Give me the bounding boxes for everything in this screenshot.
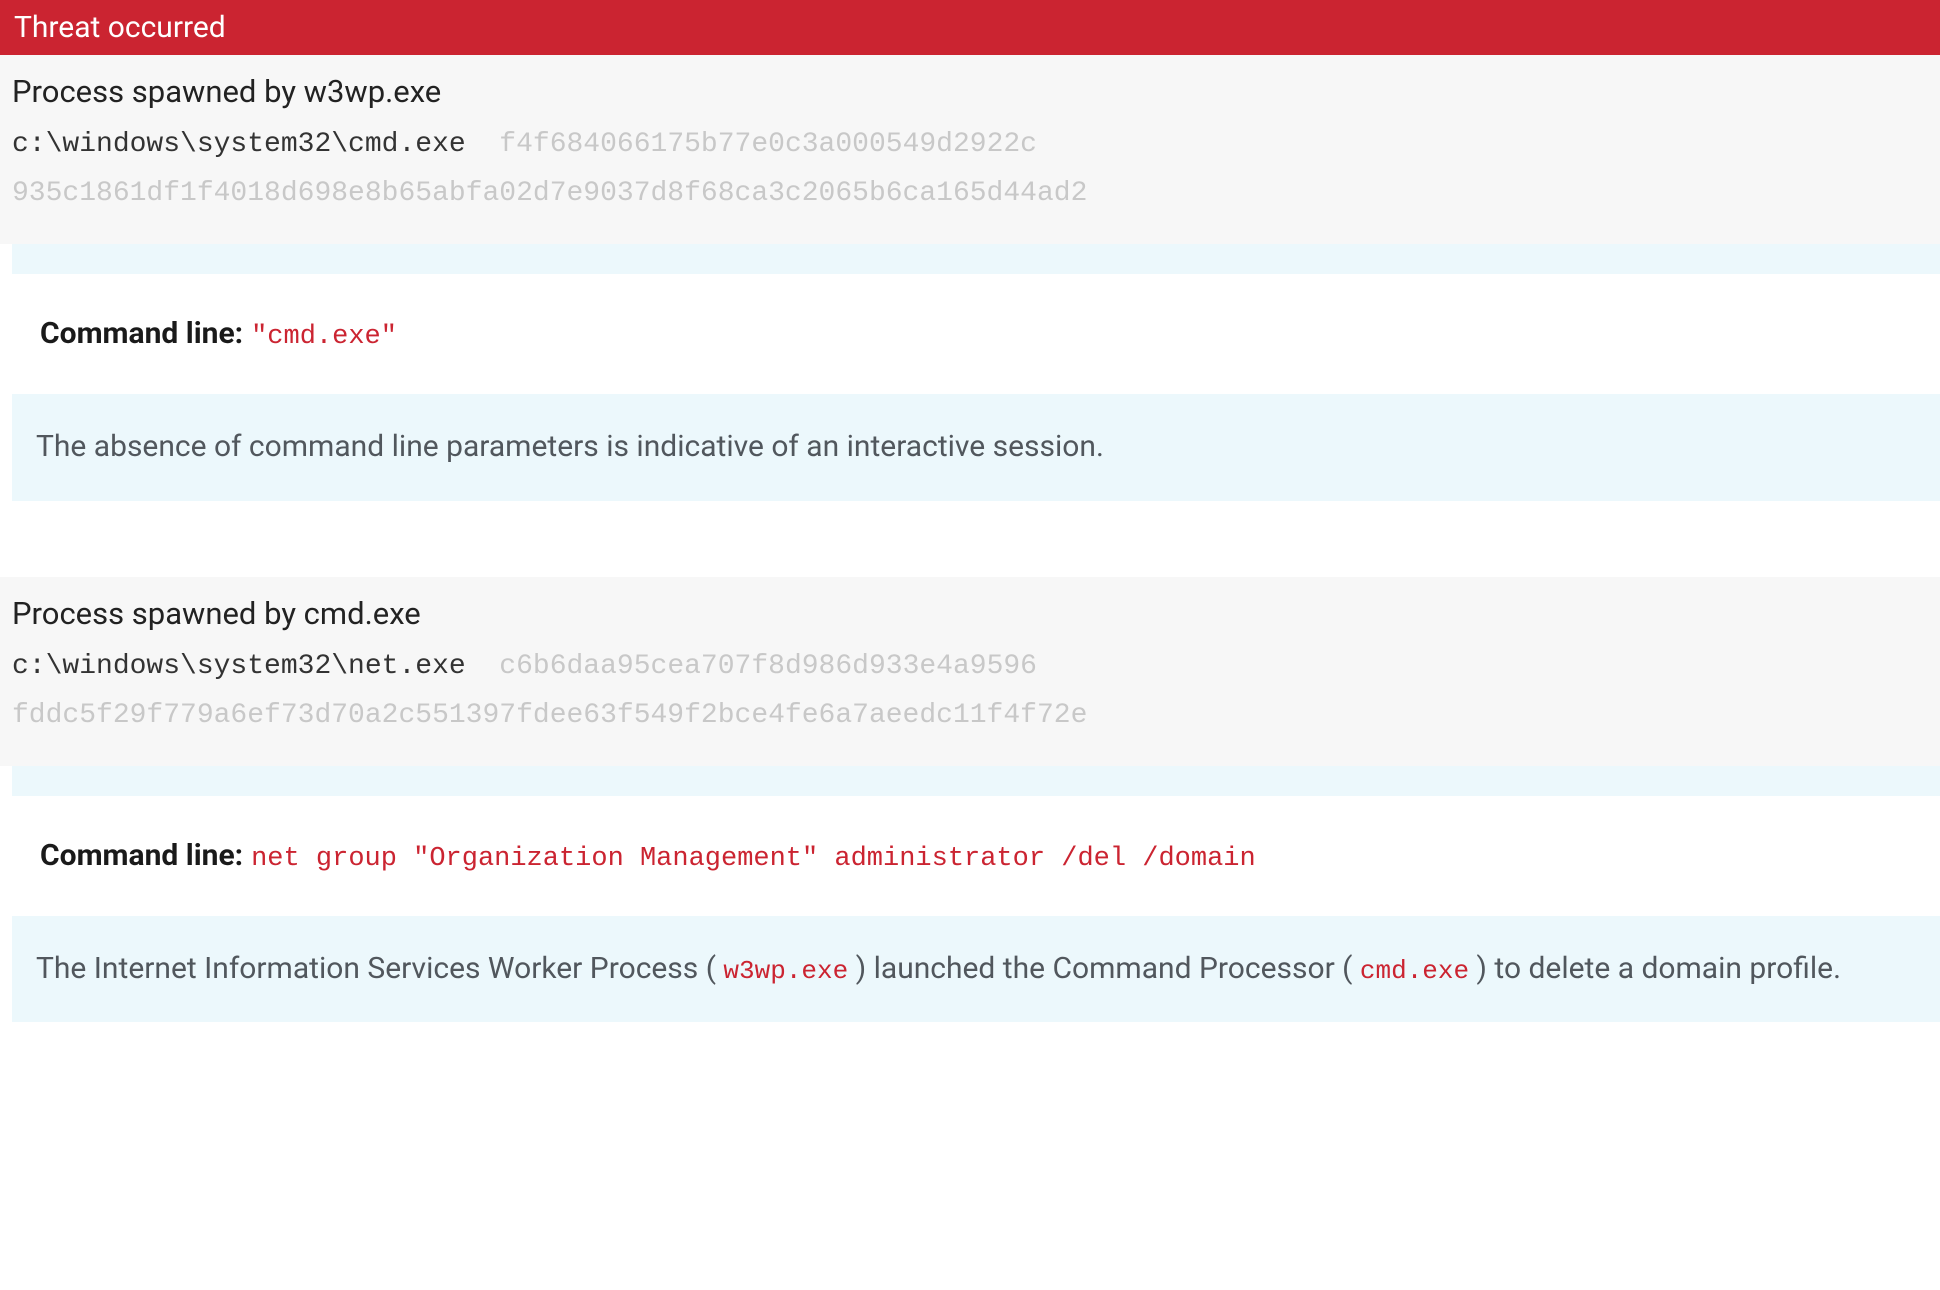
process-title: Process spawned by w3wp.exe	[12, 73, 1928, 110]
description-code: cmd.exe	[1360, 956, 1469, 986]
command-line-card: Command line: net group "Organization Man…	[12, 796, 1940, 916]
process-hash-sha256: 935c1861df1f4018d698e8b65abfa02d7e9037d8…	[12, 169, 1928, 218]
description-text: The Internet Information Services Worker…	[36, 951, 723, 986]
description-text: ) to delete a domain profile.	[1469, 951, 1841, 986]
description-text: ) launched the Command Processor (	[848, 951, 1360, 986]
process-hash-sha256: fddc5f29f779a6ef73d70a2c551397fdee63f549…	[12, 691, 1928, 740]
command-line-value: net group "Organization Management" admi…	[251, 844, 1256, 874]
command-line-card: Command line: "cmd.exe"	[12, 274, 1940, 394]
threat-banner-title: Threat occurred	[14, 10, 226, 45]
process-path-line: c:\windows\system32\net.exe c6b6daa95cea…	[12, 642, 1928, 691]
process-hash-md5: c6b6daa95cea707f8d986d933e4a9596	[499, 651, 1037, 682]
threat-banner: Threat occurred	[0, 0, 1940, 55]
process-path: c:\windows\system32\cmd.exe	[12, 129, 466, 160]
command-line-value: "cmd.exe"	[251, 322, 397, 352]
description-text: The absence of command line parameters i…	[36, 429, 1104, 464]
process-title: Process spawned by cmd.exe	[12, 595, 1928, 632]
processes-container: Process spawned by w3wp.exe c:\windows\sy…	[0, 55, 1940, 1022]
process-block: Process spawned by w3wp.exe c:\windows\sy…	[0, 55, 1940, 501]
process-header: Process spawned by w3wp.exe c:\windows\sy…	[0, 55, 1940, 244]
description-card: The absence of command line parameters i…	[12, 394, 1940, 501]
command-line-label: Command line:	[40, 838, 243, 873]
description-code: w3wp.exe	[723, 956, 848, 986]
process-hash-md5: f4f684066175b77e0c3a000549d2922c	[499, 129, 1037, 160]
description-card: The Internet Information Services Worker…	[12, 916, 1940, 1023]
spacer	[12, 766, 1940, 796]
command-line-label: Command line:	[40, 316, 243, 351]
process-path: c:\windows\system32\net.exe	[12, 651, 466, 682]
process-block: Process spawned by cmd.exe c:\windows\sys…	[0, 577, 1940, 1023]
process-header: Process spawned by cmd.exe c:\windows\sys…	[0, 577, 1940, 766]
process-path-line: c:\windows\system32\cmd.exe f4f684066175…	[12, 120, 1928, 169]
spacer	[12, 244, 1940, 274]
